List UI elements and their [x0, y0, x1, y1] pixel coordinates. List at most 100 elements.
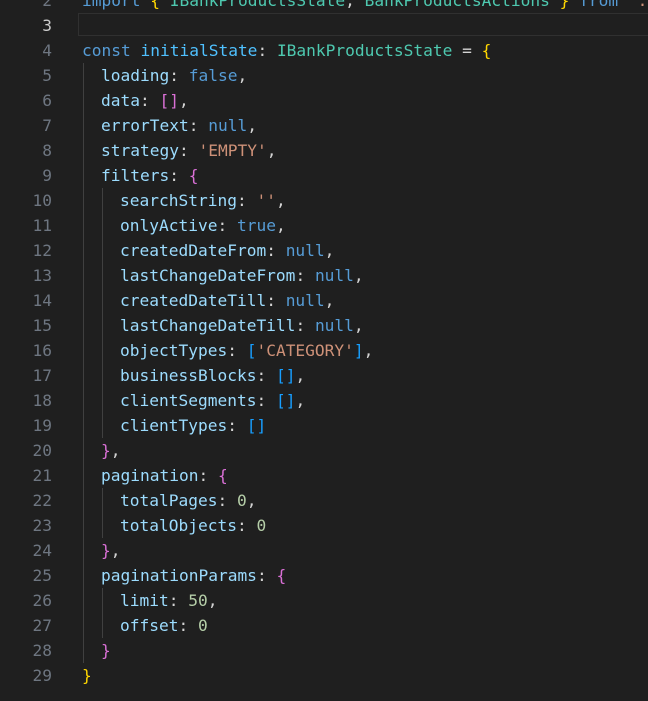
code-line[interactable]: 21 pagination: { [0, 463, 648, 488]
code-line[interactable]: 27 offset: 0 [0, 613, 648, 638]
indent-guide [83, 238, 84, 263]
line-number: 25 [32, 566, 53, 585]
line-number: 13 [32, 266, 53, 285]
code-token: } [559, 0, 570, 10]
code-editor[interactable]: 2 import { IBankProductsState, BankProduc… [0, 0, 648, 701]
code-line[interactable]: 23 totalObjects: 0 [0, 513, 648, 538]
code-line[interactable]: 20}, [0, 438, 648, 463]
code-line[interactable]: 14 createdDateTill: null, [0, 288, 648, 313]
code-text[interactable]: strategy: 'EMPTY', [101, 138, 276, 163]
code-line[interactable]: 17 businessBlocks: [], [0, 363, 648, 388]
code-line[interactable]: 19 clientTypes: [] [0, 413, 648, 438]
line-number: 4 [42, 41, 52, 60]
code-line[interactable]: 2 import { IBankProductsState, BankProduc… [0, 0, 648, 13]
code-token: , [363, 341, 374, 360]
indent-guide [83, 413, 84, 438]
code-token: , [266, 141, 277, 160]
code-text[interactable]: lastChangeDateTill: null, [120, 313, 364, 338]
code-line[interactable]: 18 clientSegments: [], [0, 388, 648, 413]
code-line[interactable]: 13 lastChangeDateFrom: null, [0, 263, 648, 288]
code-text[interactable]: }, [101, 438, 121, 463]
code-token: , [345, 0, 365, 10]
code-text[interactable]: loading: false, [101, 63, 247, 88]
code-text[interactable]: } [82, 663, 92, 688]
code-token: import [82, 0, 141, 10]
line-number: 9 [42, 166, 52, 185]
code-token: null [285, 291, 325, 310]
code-line[interactable]: 25 paginationParams: { [0, 563, 648, 588]
code-token: filters [101, 166, 170, 185]
code-token: : [236, 191, 257, 210]
code-text[interactable]: totalPages: 0, [120, 488, 256, 513]
code-text[interactable]: filters: { [101, 163, 198, 188]
code-text[interactable]: data: [], [101, 88, 189, 113]
code-token: { [481, 41, 492, 60]
code-line[interactable]: 26 limit: 50, [0, 588, 648, 613]
code-token: = [452, 41, 482, 60]
code-text[interactable]: }, [101, 538, 121, 563]
code-token: true [236, 216, 276, 235]
code-token: { [150, 0, 160, 10]
code-line[interactable]: 11 onlyActive: true, [0, 213, 648, 238]
indent-guide [83, 88, 84, 113]
code-token: : [178, 616, 198, 635]
indent-guide [83, 163, 84, 188]
code-token: 'EMPTY' [198, 141, 267, 160]
code-token: BankProductsActions [364, 0, 550, 10]
code-text[interactable]: lastChangeDateFrom: null, [120, 263, 364, 288]
code-text[interactable]: paginationParams: { [101, 563, 286, 588]
code-token: , [110, 541, 121, 560]
code-line[interactable]: 6 data: [], [0, 88, 648, 113]
indent-guide [83, 288, 84, 313]
code-line[interactable]: 16 objectTypes: ['CATEGORY'], [0, 338, 648, 363]
code-lines[interactable]: 2 import { IBankProductsState, BankProduc… [0, 0, 648, 688]
code-text[interactable]: createdDateFrom: null, [120, 238, 334, 263]
indent-guide [102, 238, 103, 263]
current-line-highlight [78, 13, 648, 36]
code-token: : [256, 391, 276, 410]
code-line[interactable]: 15 lastChangeDateTill: null, [0, 313, 648, 338]
code-text[interactable]: limit: 50, [120, 588, 217, 613]
code-line[interactable]: 3 [0, 13, 648, 38]
code-line[interactable]: 9 filters: { [0, 163, 648, 188]
code-line[interactable]: 12 createdDateFrom: null, [0, 238, 648, 263]
code-text[interactable]: totalObjects: 0 [120, 513, 266, 538]
code-text[interactable]: offset: 0 [120, 613, 208, 638]
code-line[interactable]: 29} [0, 663, 648, 688]
code-line[interactable]: 4 const initialState: IBankProductsState … [0, 38, 648, 63]
code-text[interactable]: pagination: { [101, 463, 228, 488]
code-token: : [178, 141, 199, 160]
code-token: lastChangeDateFrom [120, 266, 296, 285]
code-token: objectTypes [120, 341, 228, 360]
code-text[interactable]: objectTypes: ['CATEGORY'], [120, 338, 373, 363]
code-token: , [295, 391, 306, 410]
code-text[interactable]: clientTypes: [] [120, 413, 266, 438]
code-text[interactable]: searchString: '', [120, 188, 286, 213]
code-text[interactable]: clientSegments: [], [120, 388, 305, 413]
code-token: { [276, 566, 287, 585]
code-token: 0 [256, 516, 267, 535]
code-line[interactable]: 10 searchString: '', [0, 188, 648, 213]
code-token: initialState [140, 41, 258, 60]
code-text[interactable]: createdDateTill: null, [120, 288, 334, 313]
code-line[interactable]: 5 loading: false, [0, 63, 648, 88]
code-token: lastChangeDateTill [120, 316, 296, 335]
code-line[interactable]: 8 strategy: 'EMPTY', [0, 138, 648, 163]
line-number: 8 [42, 141, 52, 160]
code-text[interactable]: const initialState: IBankProductsState =… [82, 38, 491, 63]
code-token: searchString [120, 191, 237, 210]
code-token: [] [246, 416, 267, 435]
code-line[interactable]: 24}, [0, 538, 648, 563]
code-text[interactable]: businessBlocks: [], [120, 363, 305, 388]
code-text[interactable]: } [101, 638, 111, 663]
code-line[interactable]: 22 totalPages: 0, [0, 488, 648, 513]
indent-guide [83, 338, 84, 363]
code-token: [ [246, 341, 257, 360]
code-line[interactable]: 7 errorText: null, [0, 113, 648, 138]
code-line[interactable]: 28} [0, 638, 648, 663]
code-text[interactable]: errorText: null, [101, 113, 257, 138]
code-token: , [353, 316, 364, 335]
indent-guide [102, 613, 103, 638]
code-text[interactable]: onlyActive: true, [120, 213, 286, 238]
code-text[interactable]: import { IBankProductsState, BankProduct… [82, 0, 648, 13]
